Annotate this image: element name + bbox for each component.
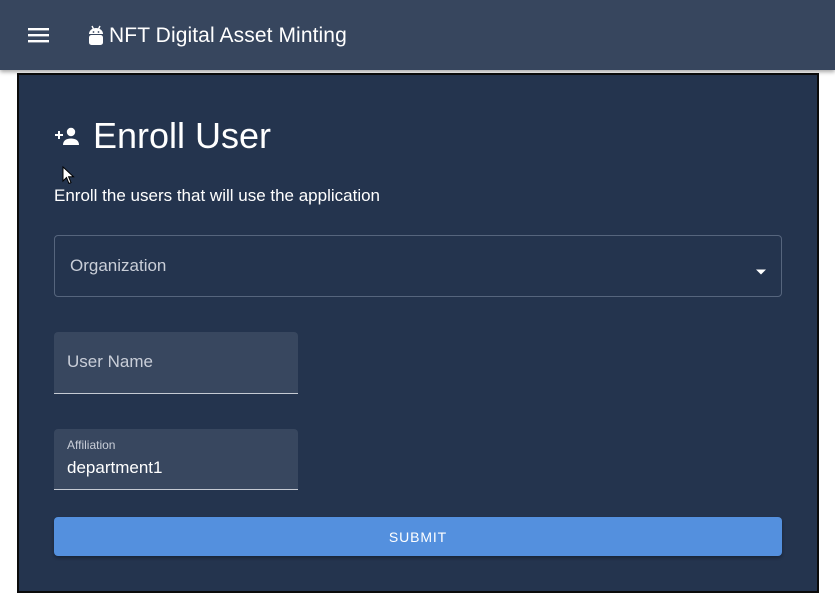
user-name-label: User Name xyxy=(67,352,153,371)
organization-select[interactable]: Organization xyxy=(54,235,782,297)
page-title: Enroll User xyxy=(93,115,272,156)
submit-button[interactable]: SUBMIT xyxy=(54,517,782,556)
page-heading: Enroll User xyxy=(55,113,271,159)
mouse-cursor-icon xyxy=(62,165,76,186)
organization-label: Organization xyxy=(70,256,167,275)
hamburger-menu-icon[interactable] xyxy=(24,23,54,47)
affiliation-value[interactable]: department1 xyxy=(67,458,162,478)
person-add-icon xyxy=(55,126,81,146)
app-bar: NFT Digital Asset Minting xyxy=(0,0,835,70)
app-brand: NFT Digital Asset Minting xyxy=(87,22,347,50)
page-subtitle: Enroll the users that will use the appli… xyxy=(54,186,381,205)
affiliation-label: Affiliation xyxy=(67,438,116,452)
affiliation-field[interactable]: Affiliation department1 xyxy=(54,429,298,490)
user-name-field[interactable]: User Name xyxy=(54,332,298,394)
app-title: NFT Digital Asset Minting xyxy=(109,24,347,47)
dropdown-arrow-icon[interactable] xyxy=(755,263,767,275)
android-icon xyxy=(87,24,105,48)
enroll-user-panel: Enroll User Enroll the users that will u… xyxy=(17,73,819,593)
